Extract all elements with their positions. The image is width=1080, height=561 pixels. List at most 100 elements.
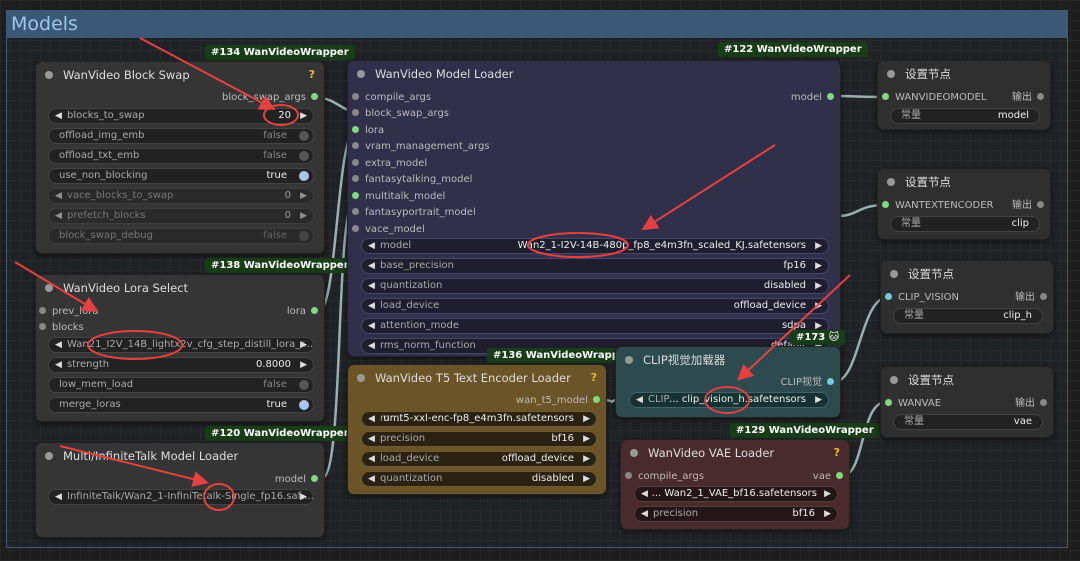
input-dot-icon[interactable]	[39, 322, 46, 330]
widget-block-swap-debug[interactable]: block_swap_debug false	[48, 228, 314, 244]
node-set-clip-vision[interactable]: 设置节点 CLIP_VISION 输出 常量 clip_h	[880, 260, 1054, 334]
arrow-right-icon[interactable]: ▶	[583, 452, 590, 466]
collapse-dot-icon[interactable]	[357, 374, 365, 382]
toggle-knob-icon[interactable]	[299, 151, 309, 161]
node-title[interactable]: WanVideo Lora Select	[36, 275, 324, 301]
collapse-dot-icon[interactable]	[890, 376, 898, 384]
input-lora[interactable]: lora	[352, 124, 384, 138]
widget-precision[interactable]: ◀ precision bf16 ▶	[634, 506, 838, 522]
collapse-dot-icon[interactable]	[890, 270, 898, 278]
arrow-right-icon[interactable]: ▶	[300, 209, 307, 223]
input-fantasyportrait-model[interactable]: fantasyportrait_model	[352, 206, 476, 220]
collapse-dot-icon[interactable]	[45, 284, 53, 292]
arrow-left-icon[interactable]: ◀	[368, 339, 375, 353]
arrow-left-icon[interactable]: ◀	[55, 338, 62, 352]
node-title[interactable]: WanVideo T5 Text Encoder Loader ?	[348, 365, 606, 391]
widget-t5-model[interactable]: ◀ m ... umt5-xxl-enc-fp8_e4m3fn.safetens…	[361, 411, 597, 427]
input-dot-icon[interactable]	[882, 200, 889, 208]
input-compile-args[interactable]: compile_args	[625, 470, 704, 484]
output-dot-icon[interactable]	[311, 474, 318, 482]
widget-base-precision[interactable]: ◀ base_precision fp16 ▶	[361, 258, 829, 274]
widget-infinitetalk-model[interactable]: ◀ InfiniteTalk/Wan2_1-InfiniTetalk-Singl…	[48, 489, 314, 505]
node-set-wantextencoder[interactable]: 设置节点 WANTEXTENCODER 输出 常量 clip	[877, 168, 1051, 240]
widget-load-device[interactable]: ◀ load_device offload_device ▶	[361, 451, 597, 467]
widget-lora-name[interactable]: ◀ Wan21_I2V_14B_lightx2v_cfg_step_distil…	[48, 337, 314, 353]
output-dot-icon[interactable]	[1037, 200, 1044, 208]
node-model-loader[interactable]: WanVideo Model Loader compile_args block…	[347, 60, 841, 357]
arrow-left-icon[interactable]: ◀	[368, 472, 375, 486]
node-title[interactable]: 设置节点	[878, 169, 1050, 195]
collapse-dot-icon[interactable]	[625, 356, 633, 364]
arrow-right-icon[interactable]: ▶	[300, 189, 307, 203]
arrow-left-icon[interactable]: ◀	[55, 109, 62, 123]
node-title[interactable]: 设置节点	[878, 61, 1050, 87]
output-model[interactable]: model	[791, 91, 834, 105]
arrow-right-icon[interactable]: ▶	[583, 432, 590, 446]
input-vram-management-args[interactable]: vram_management_args	[352, 140, 490, 154]
node-title[interactable]: Multi/InfiniteTalk Model Loader	[36, 443, 324, 469]
arrow-right-icon[interactable]: ▶	[815, 259, 822, 273]
collapse-dot-icon[interactable]	[357, 70, 365, 78]
collapse-dot-icon[interactable]	[45, 71, 53, 79]
input-dot-icon[interactable]	[885, 398, 892, 406]
node-set-wanvideomodel[interactable]: 设置节点 WANVIDEOMODEL 输出 常量 model	[877, 60, 1051, 130]
input-blocks[interactable]: blocks	[39, 321, 84, 335]
widget-constant[interactable]: 常量 vae	[893, 414, 1043, 430]
arrow-left-icon[interactable]: ◀	[636, 393, 643, 407]
input-prev-lora[interactable]: prev_lora	[39, 305, 98, 319]
widget-attention-mode[interactable]: ◀ attention_mode sdpa ▶	[361, 318, 829, 334]
widget-load-device[interactable]: ◀ load_device offload_device ▶	[361, 298, 829, 314]
arrow-left-icon[interactable]: ◀	[368, 239, 375, 253]
node-vae-loader[interactable]: WanVideo VAE Loader ? compile_args vae ◀…	[620, 439, 850, 530]
input-dot-icon[interactable]	[39, 306, 46, 314]
node-block-swap[interactable]: WanVideo Block Swap ? block_swap_args ◀ …	[35, 61, 325, 254]
toggle-knob-icon[interactable]	[299, 400, 309, 410]
output-dot-icon[interactable]	[1040, 398, 1047, 406]
widget-quantization[interactable]: ◀ quantization disabled ▶	[361, 471, 597, 487]
arrow-left-icon[interactable]: ◀	[368, 452, 375, 466]
widget-prefetch-blocks[interactable]: ◀ prefetch_blocks 0 ▶	[48, 208, 314, 224]
arrow-right-icon[interactable]: ▶	[824, 507, 831, 521]
input-compile-args[interactable]: compile_args	[352, 91, 431, 105]
output-dot-icon[interactable]	[827, 92, 834, 100]
widget-constant[interactable]: 常量 model	[890, 108, 1040, 124]
output-dot-icon[interactable]	[311, 306, 318, 314]
output-out[interactable]: 输出	[1012, 91, 1044, 105]
widget-precision[interactable]: ◀ precision bf16 ▶	[361, 431, 597, 447]
widget-model[interactable]: ◀ model Wan2_1-I2V-14B-480p_fp8_e4m3fn_s…	[361, 238, 829, 254]
widget-offload-txt-emb[interactable]: offload_txt_emb false	[48, 148, 314, 164]
arrow-left-icon[interactable]: ◀	[55, 490, 62, 504]
input-dot-icon[interactable]	[882, 92, 889, 100]
output-clip-vision[interactable]: CLIP视觉	[780, 376, 834, 390]
node-title[interactable]: 设置节点	[881, 367, 1053, 393]
widget-vae-model[interactable]: ◀ ... Wan2_1_VAE_bf16.safetensors ▶	[634, 486, 838, 502]
input-dot-icon[interactable]	[352, 125, 359, 133]
input-dot-icon[interactable]	[352, 174, 359, 182]
node-set-wanvae[interactable]: 设置节点 WANVAE 输出 常量 vae	[880, 366, 1054, 438]
input-dot-icon[interactable]	[352, 191, 359, 199]
arrow-left-icon[interactable]: ◀	[55, 209, 62, 223]
output-dot-icon[interactable]	[827, 377, 834, 385]
collapse-dot-icon[interactable]	[45, 452, 53, 460]
node-title[interactable]: WanVideo VAE Loader ?	[621, 440, 849, 466]
group-title[interactable]: Models	[7, 11, 1067, 38]
arrow-left-icon[interactable]: ◀	[55, 358, 62, 372]
output-model[interactable]: model	[275, 473, 318, 487]
arrow-left-icon[interactable]: ◀	[55, 189, 62, 203]
output-out[interactable]: 输出	[1015, 291, 1047, 305]
arrow-right-icon[interactable]: ▶	[300, 109, 307, 123]
widget-strength[interactable]: ◀ strength 0.8000 ▶	[48, 357, 314, 373]
arrow-right-icon[interactable]: ▶	[815, 279, 822, 293]
input-vace-model[interactable]: vace_model	[352, 223, 425, 237]
widget-blocks-to-swap[interactable]: ◀ blocks_to_swap 20 ▶	[48, 108, 314, 124]
node-t5-loader[interactable]: WanVideo T5 Text Encoder Loader ? wan_t5…	[347, 364, 607, 495]
input-dot-icon[interactable]	[352, 108, 359, 116]
widget-constant[interactable]: 常量 clip	[890, 216, 1040, 232]
output-dot-icon[interactable]	[593, 395, 600, 403]
output-dot-icon[interactable]	[311, 92, 318, 100]
widget-offload-img-emb[interactable]: offload_img_emb false	[48, 128, 314, 144]
arrow-right-icon[interactable]: ▶	[824, 487, 831, 501]
help-icon[interactable]: ?	[591, 371, 597, 384]
collapse-dot-icon[interactable]	[887, 178, 895, 186]
toggle-knob-icon[interactable]	[299, 171, 309, 181]
